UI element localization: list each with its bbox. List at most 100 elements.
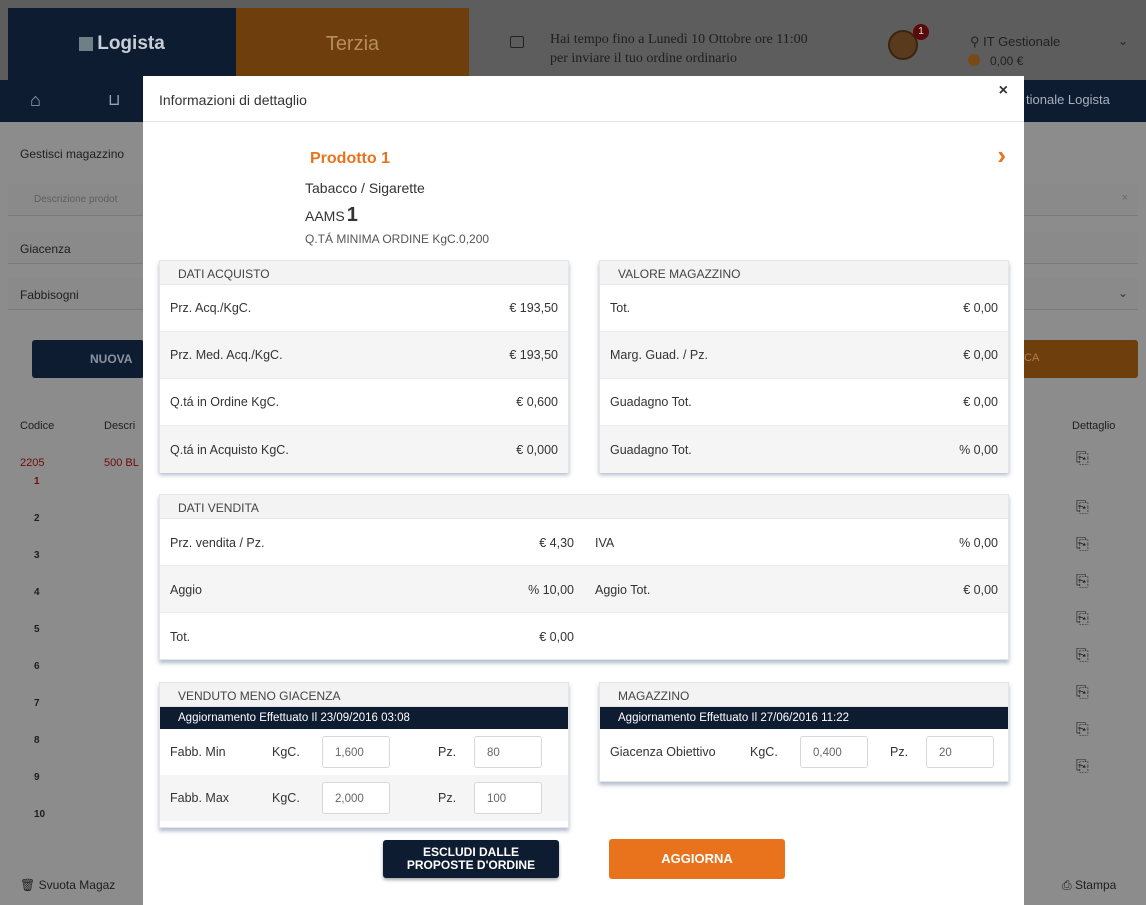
card-title: VALORE MAGAZZINO: [600, 261, 1008, 285]
min-order-qty: Q.TÁ MINIMA ORDINE KgC.0,200: [305, 232, 490, 246]
row-label: Prz. vendita / Pz.: [170, 536, 265, 550]
col-codice[interactable]: Codice: [20, 420, 54, 432]
giacenza-obiettivo-row: Giacenza Obiettivo KgC. 0,400 Pz. 20: [600, 729, 1008, 775]
fabb-max-kgc-input[interactable]: 2,000: [322, 782, 390, 814]
message-line-2: per inviare il tuo ordine ordinario: [550, 51, 737, 66]
search-placeholder: Descrizione prodot: [34, 194, 118, 205]
row-value: € 0,00: [963, 583, 998, 597]
vendita-row: Prz. vendita / Pz. € 4,30 IVA % 0,00: [160, 519, 1008, 566]
product-name: Prodotto 1: [310, 150, 390, 167]
detail-icon[interactable]: ⎘: [1076, 721, 1089, 739]
search-button[interactable]: CA: [1010, 340, 1138, 378]
exclude-from-orders-button[interactable]: ESCLUDI DALLE PROPOSTE D'ORDINE: [383, 840, 559, 878]
unit-pz: Pz.: [438, 745, 457, 759]
update-timestamp: Aggiornamento Effettuato Il 27/06/2016 1…: [600, 707, 1008, 729]
message-icon: [510, 36, 524, 48]
row-value: % 0,00: [959, 442, 998, 457]
coin-icon: [968, 54, 980, 66]
detail-modal: Informazioni di dettaglio × Prodotto 1 ›…: [143, 76, 1024, 905]
nav-item-gestionale[interactable]: tionale Logista: [1026, 92, 1110, 107]
unit-pz: Pz.: [890, 745, 909, 759]
row-value: % 10,00: [528, 583, 574, 597]
filter-fabbisogni-label: Fabbisogni: [20, 288, 79, 302]
search-button-label: CA: [1024, 352, 1040, 364]
product-category: Tabacco / Sigarette: [305, 180, 425, 196]
row-value: € 0,00: [963, 395, 998, 409]
valore-row: Tot. € 0,00: [600, 285, 1008, 332]
giacenza-kgc-input[interactable]: 0,400: [800, 736, 868, 768]
row-value: % 0,00: [959, 536, 998, 550]
message-line-1: Hai tempo fino a Lunedì 10 Ottobre ore 1…: [550, 32, 808, 47]
fabb-max-label: Fabb. Max: [170, 791, 230, 805]
notification-badge: 1: [913, 24, 929, 40]
row-value: € 0,000: [516, 442, 558, 457]
card-dati-acquisto: DATI ACQUISTO Prz. Acq./KgC. € 193,50 Prz.…: [159, 260, 569, 473]
row-value: € 193,50: [509, 348, 558, 362]
fabb-min-kgc-input[interactable]: 1,600: [322, 736, 390, 768]
row-label: Guadagno Tot.: [610, 395, 692, 409]
detail-icon[interactable]: ⎘: [1076, 684, 1089, 702]
row-label: Prz. Acq./KgC.: [170, 301, 252, 315]
user-icon: ⚲: [970, 34, 984, 49]
aams-value: 1: [346, 204, 358, 226]
new-button[interactable]: NUOVA: [32, 340, 144, 378]
card-valore-magazzino: VALORE MAGAZZINO Tot. € 0,00 Marg. Guad. /…: [599, 260, 1009, 473]
chevron-right-icon[interactable]: ›: [997, 140, 1006, 171]
fabb-min-pz-input[interactable]: 80: [474, 736, 542, 768]
row1-desc: 500 BL: [104, 457, 139, 469]
detail-icon[interactable]: ⎘: [1076, 758, 1089, 776]
terzia-logo[interactable]: Terzia: [236, 8, 469, 80]
header: Logista Terzia Hai tempo fino a Lunedì 1…: [0, 0, 1146, 80]
fabb-max-pz-input[interactable]: 100: [474, 782, 542, 814]
detail-icon[interactable]: ⎘: [1076, 647, 1089, 665]
detail-icon[interactable]: ⎘: [1076, 450, 1089, 468]
row-value: € 0,600: [516, 395, 558, 409]
giacenza-pz-input[interactable]: 20: [926, 736, 994, 768]
dropdown-chevron-icon: ⌄: [1117, 286, 1128, 300]
clear-icon[interactable]: ×: [1122, 192, 1128, 204]
fabb-max-row: Fabb. Max KgC. 2,000 Pz. 100: [160, 775, 568, 821]
acquisto-row: Q.tá in Acquisto KgC. € 0,000: [160, 426, 568, 473]
col-dettaglio: Dettaglio: [1072, 420, 1116, 432]
balance: 0,00 €: [990, 54, 1024, 68]
valore-row: Guadagno Tot. % 0,00: [600, 426, 1008, 473]
vendita-row: Tot. € 0,00: [160, 613, 1008, 660]
logista-logo[interactable]: Logista: [8, 8, 236, 80]
row-number: 6: [34, 661, 40, 672]
user-name: IT Gestionale: [983, 34, 1061, 49]
home-icon[interactable]: ⌂: [30, 90, 41, 111]
row-value: € 4,30: [539, 536, 574, 550]
logista-logo-text: Logista: [97, 33, 165, 54]
empty-warehouse-label: Svuota Magaz: [38, 878, 116, 892]
card-magazzino: MAGAZZINO Aggiornamento Effettuato Il 27…: [599, 682, 1009, 782]
print-button[interactable]: ⎙ Stampa: [1062, 878, 1116, 893]
unit-pz: Pz.: [438, 791, 457, 805]
row-number: 8: [34, 735, 40, 746]
detail-icon[interactable]: ⎘: [1076, 610, 1089, 628]
empty-warehouse-button[interactable]: 🗑 Svuota Magaz: [20, 878, 115, 892]
row-value: € 193,50: [509, 301, 558, 315]
terzia-logo-text: Terzia: [325, 32, 380, 55]
detail-icon[interactable]: ⎘: [1076, 573, 1089, 591]
unit-kgc: KgC.: [272, 791, 300, 805]
card-dati-vendita: DATI VENDITA Prz. vendita / Pz. € 4,30 IVA…: [159, 494, 1009, 660]
chevron-down-icon[interactable]: ⌄: [1118, 34, 1128, 48]
filter-giacenza-label: Giacenza: [20, 242, 71, 256]
acquisto-row: Q.tá in Ordine KgC. € 0,600: [160, 379, 568, 426]
row-label: Q.tá in Acquisto KgC.: [170, 442, 289, 457]
row-label: Marg. Guad. / Pz.: [610, 348, 708, 362]
update-button[interactable]: AGGIORNA: [609, 839, 785, 879]
col-descrizione[interactable]: Descri: [104, 420, 135, 432]
user-menu[interactable]: ⚲ IT Gestionale: [970, 34, 1060, 50]
valore-row: Marg. Guad. / Pz. € 0,00: [600, 332, 1008, 379]
product-aams: AAMS 1: [305, 204, 358, 227]
printer-icon: ⎙: [1062, 878, 1075, 892]
detail-icon[interactable]: ⎘: [1076, 536, 1089, 554]
cart-icon[interactable]: ⊔: [108, 90, 120, 110]
row-label: Guadagno Tot.: [610, 442, 692, 457]
row-label: IVA: [595, 536, 615, 550]
row-label: Tot.: [610, 301, 631, 315]
trash-icon: 🗑: [20, 878, 39, 892]
close-icon[interactable]: ×: [999, 82, 1008, 100]
detail-icon[interactable]: ⎘: [1076, 499, 1089, 517]
